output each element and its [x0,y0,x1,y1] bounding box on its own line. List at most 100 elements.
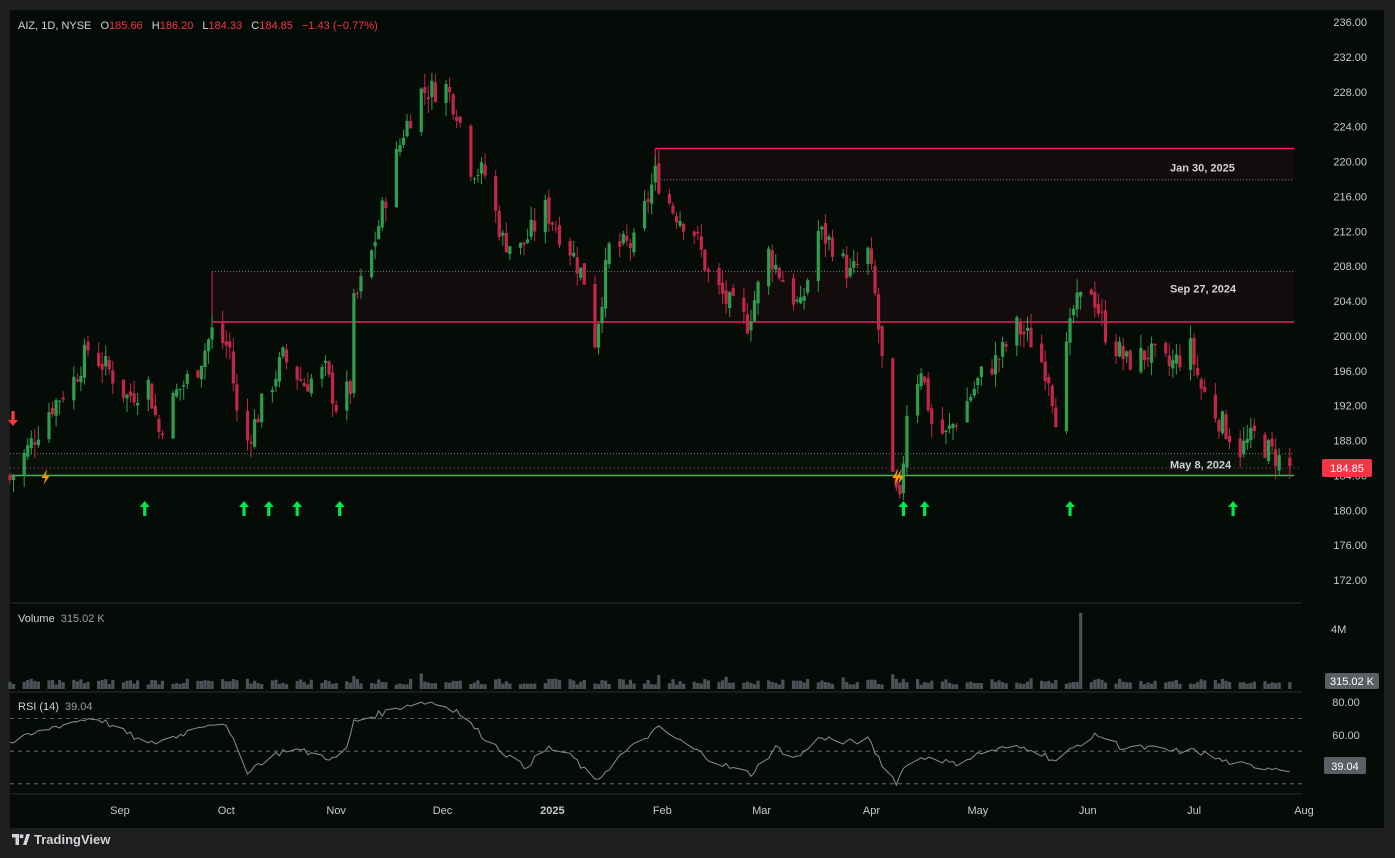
volume-bar [1075,681,1079,689]
y-tick-label: 216.00 [1333,191,1367,203]
candle-body [692,231,696,236]
candle-body [518,242,523,248]
candle-body [1142,350,1147,361]
candle-body [543,199,547,233]
volume-bar [795,680,799,689]
volume-bar [423,681,427,689]
volume-bar [692,681,696,689]
symbol-exchange: NYSE [61,20,92,32]
volume-bar [100,679,104,689]
candle-body [752,300,757,321]
chart-canvas[interactable]: Jan 30, 2025 Sep 27, 2024 May 8, 2024 236.0… [0,0,1395,858]
volume-bar [469,683,473,689]
volume-bar [380,682,384,689]
candle-body [61,397,65,400]
candle-body [873,265,877,294]
volume-bar [625,684,629,689]
volume-bar [370,682,374,689]
volume-bar [830,683,835,689]
rsi-pane-title[interactable]: RSI (14) 39.04 [18,701,93,713]
volume-bar [171,683,175,689]
candle-body [703,249,707,271]
candle-body [720,282,725,294]
symbol-ticker[interactable]: AIZ [18,20,35,32]
volume-bar [1093,679,1097,689]
candle-body [277,357,282,382]
volume-bar [543,682,547,689]
candle-body [618,241,622,247]
candle-body [377,226,381,239]
volume-bar [869,679,874,689]
candle-body [86,341,90,351]
candle-body [47,412,51,440]
volume-bar [1047,680,1051,689]
candle-body [547,197,551,224]
x-tick-label: Jul [1187,805,1201,817]
candle-body [1114,341,1118,357]
candle-body [791,278,796,305]
candle-body [1220,411,1225,434]
candle-body [965,400,969,423]
close-value: 184.85 [259,20,293,32]
candle-body [802,296,806,301]
candle-body [841,253,845,257]
volume-bar [600,680,604,689]
volume-bar [724,676,728,689]
volume-axis-label: 4M [1331,624,1346,636]
candle-body [1224,414,1228,439]
candle-body [979,366,983,378]
candle-body [11,475,16,480]
zone-label: May 8, 2024 [1170,460,1232,472]
volume-bar [717,681,721,689]
candle-body [603,259,608,309]
volume-bar [1188,683,1193,689]
volume-bar [245,678,250,689]
candle-body [823,223,827,244]
volume-bar [965,682,969,689]
candle-body [993,355,998,375]
volume-bar [1213,679,1217,689]
candle-body [497,210,501,238]
volume-bar [182,682,186,689]
candle-body [345,381,349,411]
volume-bar [681,683,686,689]
candle-body [370,250,374,277]
volume-bar [348,682,352,689]
volume-bar [1203,680,1207,689]
volume-bar [770,682,774,689]
candle-body [905,415,909,468]
volume-bar [880,684,884,689]
candle-body [104,356,108,367]
volume-bar [522,683,526,689]
volume-bar [891,674,895,689]
tradingview-logo[interactable]: TradingView [12,832,110,847]
volume-bar [1118,678,1122,689]
volume-bar [483,684,487,689]
candle-body [274,378,278,387]
volume-pane-title[interactable]: Volume 315.02 K [18,613,105,625]
candle-body [671,205,675,214]
volume-bar [401,684,406,689]
volume-bar [699,683,703,689]
volume-bar [295,680,299,689]
volume-bar [309,679,313,689]
volume-bar [1174,679,1178,689]
volume-bar [203,680,207,689]
candle-body [97,352,101,367]
volume-bar [572,680,576,689]
candle-body [767,248,771,287]
volume-bar [557,680,562,689]
volume-bar [752,684,757,689]
volume-bar [703,679,707,689]
volume-bar [82,683,87,689]
volume-bar [632,683,636,689]
volume-bar [618,678,622,689]
candle-body [554,228,558,230]
candle-body [1050,385,1054,406]
volume-bar [1040,680,1044,689]
volume-bar [582,679,586,689]
volume-bar [107,684,111,689]
zone-label: Sep 27, 2024 [1170,283,1237,295]
candle-body [231,351,235,384]
volume-value: 315.02 K [60,613,105,625]
